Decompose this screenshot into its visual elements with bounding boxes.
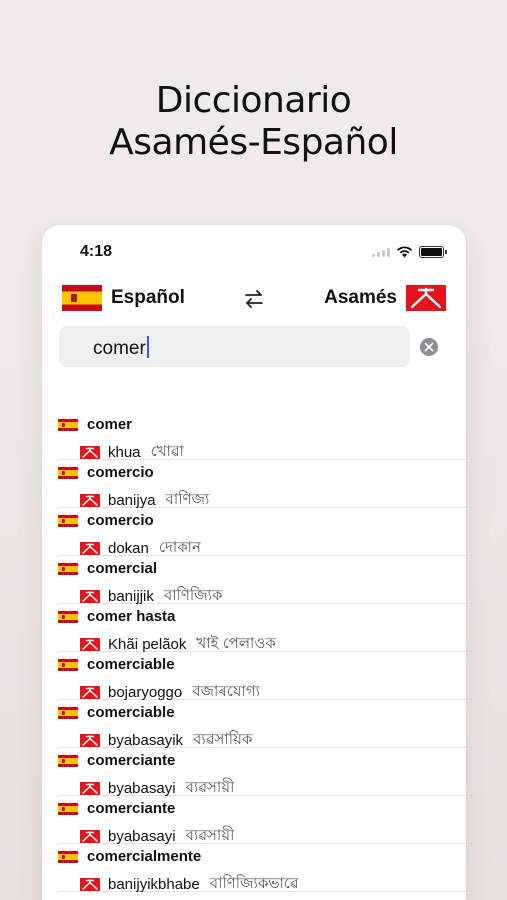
list-item[interactable]: comercialmente banijyikbhabe বাণিজ্যিকভাৱে (58, 844, 466, 893)
transliteration: banijya (108, 492, 156, 509)
spain-flag-icon (58, 850, 78, 863)
target-language-button[interactable]: Asamés (324, 285, 446, 311)
promo-title-line1: Diccionario (155, 80, 352, 121)
close-icon (424, 342, 434, 352)
source-word-row: comercial (58, 560, 157, 577)
assam-flag-icon (80, 782, 100, 795)
list-item[interactable]: comer hasta Khãi pelãok খাই পেলাওক (58, 604, 466, 653)
native-script: বাণিজ্যিকভাৱে (209, 875, 299, 892)
assam-flag-icon (80, 590, 100, 603)
spain-flag-icon (58, 610, 78, 623)
source-word-row: comerciable (58, 656, 175, 673)
spain-flag-icon (58, 802, 78, 815)
search-input-value[interactable]: comer (93, 336, 149, 360)
source-word: comer (87, 416, 133, 433)
source-word: comerciable (87, 656, 175, 673)
source-word-row: comercialmente (58, 848, 201, 865)
status-icons (372, 245, 447, 258)
transliteration: byabasayi (108, 780, 176, 797)
battery-icon (419, 245, 447, 258)
source-word-row: comerciante (58, 752, 175, 769)
transliteration: bojaryoggo (108, 684, 183, 701)
list-item[interactable]: comercio banijya বাণিজ্য (58, 460, 466, 509)
translation-row: banijyikbhabe বাণিজ্যিকভাৱে (80, 872, 299, 897)
source-word-row: comercio (58, 464, 154, 481)
assam-flag-icon (80, 446, 100, 459)
source-word-row: comercio (58, 512, 154, 529)
source-word: comercio (87, 464, 154, 481)
source-language-button[interactable]: Español (62, 285, 185, 311)
source-word: comer hasta (87, 608, 176, 625)
spain-flag-icon (58, 514, 78, 527)
source-word-row: comer hasta (58, 608, 175, 625)
promo-title-line2: Asamés-Español (109, 122, 398, 163)
assam-flag-icon (80, 638, 100, 651)
transliteration: khua (108, 444, 141, 461)
source-word-row: comer (58, 416, 132, 433)
spain-flag-icon (62, 285, 102, 311)
source-word: comercio (87, 512, 154, 529)
assam-flag-icon (80, 494, 100, 507)
status-bar: 4:18 (42, 243, 466, 263)
spain-flag-icon (58, 466, 78, 479)
assam-flag-icon (406, 285, 446, 311)
spain-flag-icon (58, 658, 78, 671)
transliteration: Khãi pelãok (108, 636, 187, 653)
promo-title: Diccionario Asamés-Español (0, 80, 507, 164)
assam-flag-icon (80, 542, 100, 555)
assam-flag-icon (80, 686, 100, 699)
swap-languages-icon[interactable] (242, 287, 266, 311)
assam-flag-icon (80, 878, 100, 891)
list-item[interactable]: comerciante byabasayi ব্যৱসায়ী (58, 748, 466, 797)
source-word-row: comerciante (58, 800, 175, 817)
spain-flag-icon (58, 418, 78, 431)
spain-flag-icon (58, 706, 78, 719)
source-word: comerciante (87, 800, 176, 817)
cellular-signal-icon (372, 247, 390, 257)
target-language-label: Asamés (324, 287, 397, 308)
assam-flag-icon (80, 734, 100, 747)
language-bar: Español Asamés (42, 285, 466, 315)
list-item[interactable]: comer khua খোৱা (58, 412, 466, 461)
source-word: comercialmente (87, 848, 202, 865)
text-cursor (146, 336, 149, 358)
source-word: comerciable (87, 704, 175, 721)
search-input[interactable]: comer (59, 326, 410, 367)
source-word: comercial (87, 560, 158, 577)
status-time: 4:18 (80, 243, 113, 260)
transliteration: banijjik (108, 588, 154, 605)
list-item[interactable]: comerciable bojaryoggo বজাৰযোগ্য (58, 652, 466, 701)
source-word-row: comerciable (58, 704, 175, 721)
list-item[interactable]: comercial banijjik বাণিজ্যিক (58, 556, 466, 605)
list-item[interactable]: comerciable byabasayik ব্যৱসায়িক (58, 700, 466, 749)
spain-flag-icon (58, 754, 78, 767)
wifi-icon (397, 246, 412, 258)
clear-search-button[interactable] (420, 338, 438, 356)
spain-flag-icon (58, 562, 78, 575)
transliteration: byabasayi (108, 828, 176, 845)
list-item[interactable]: comercio dokan দোকান (58, 508, 466, 557)
phone-screen: 4:18 Español Asamés comer comer khua খোৱ… (42, 225, 466, 900)
source-word: comerciante (87, 752, 176, 769)
results-list: comer khua খোৱা comercio banijya বাণিজ্য comer… (42, 412, 466, 893)
list-item[interactable]: comerciante byabasayi ব্যৱসায়ী (58, 796, 466, 845)
transliteration: byabasayik (108, 732, 184, 749)
source-language-label: Español (111, 287, 185, 308)
transliteration: dokan (108, 540, 149, 557)
transliteration: banijyikbhabe (108, 876, 200, 893)
assam-flag-icon (80, 830, 100, 843)
